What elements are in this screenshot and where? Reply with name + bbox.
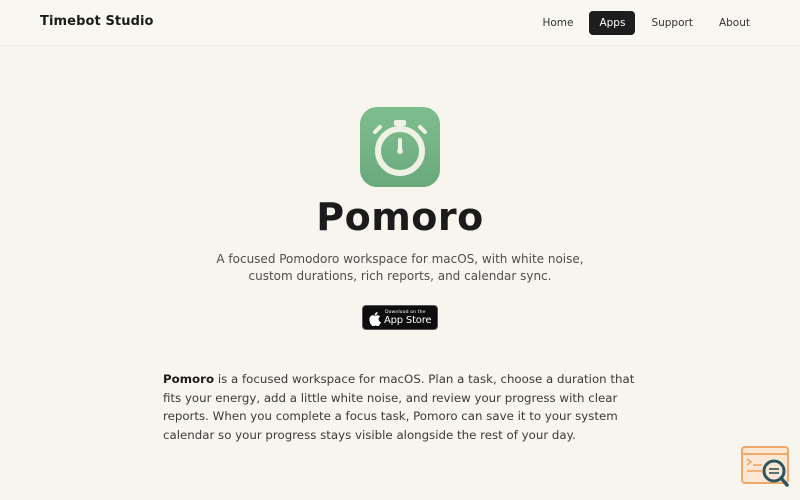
app-subtitle: A focused Pomodoro workspace for macOS, … — [216, 252, 584, 283]
page: Timebot Studio Home Apps Support About P… — [0, 0, 800, 500]
app-store-badge-button[interactable]: Download on the App Store — [362, 305, 438, 330]
app-description: Pomoro is a focused workspace for macOS.… — [163, 370, 653, 444]
brand-logo-link[interactable]: Timebot Studio — [40, 14, 154, 29]
nav-home[interactable]: Home — [532, 11, 583, 35]
nav-support[interactable]: Support — [641, 11, 703, 35]
main-nav: Home Apps Support About — [526, 11, 760, 35]
description-text: is a focused workspace for macOS. Plan a… — [163, 372, 635, 442]
nav-apps[interactable]: Apps — [589, 11, 636, 35]
app-title: Pomoro — [316, 195, 484, 239]
app-icon — [360, 107, 440, 187]
search-console-icon — [741, 446, 789, 487]
floating-widget-button[interactable] — [740, 446, 792, 490]
site-header: Timebot Studio Home Apps Support About — [0, 0, 800, 46]
stopwatch-icon — [373, 120, 427, 176]
nav-about[interactable]: About — [709, 11, 760, 35]
badge-big-text: App Store — [384, 315, 432, 326]
apple-icon — [369, 312, 381, 326]
description-app-name: Pomoro — [163, 372, 215, 386]
